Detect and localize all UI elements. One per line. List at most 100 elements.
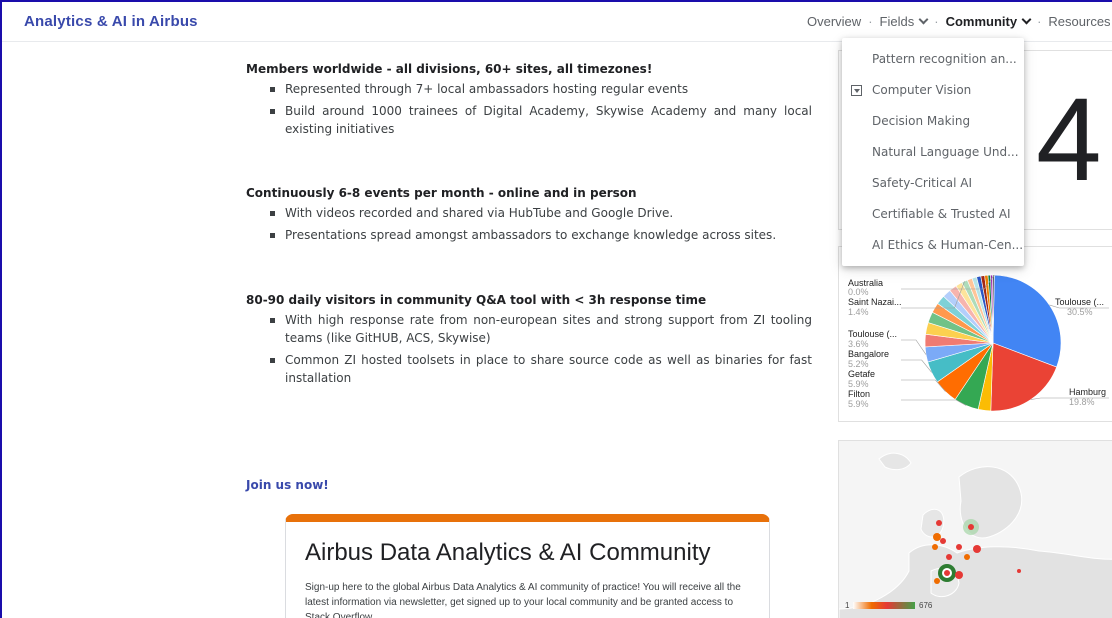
map-marker xyxy=(932,544,938,550)
list-item: Represented through 7+ local ambassadors… xyxy=(268,80,812,98)
map-landmass-iceland xyxy=(878,452,912,471)
nav-resources-label: Resources xyxy=(1048,14,1111,29)
pie-label-toulouse-main: Toulouse (... xyxy=(1055,297,1104,307)
pie-value-saint-nazaire: 1.4% xyxy=(848,307,869,317)
list-item: Common ZI hosted toolsets in place to sh… xyxy=(268,351,812,387)
list-item: With videos recorded and shared via HubT… xyxy=(268,204,776,222)
chevron-down-icon xyxy=(1021,14,1032,25)
map-marker xyxy=(964,554,970,560)
nav-separator: · xyxy=(934,14,939,29)
europe-map xyxy=(839,452,1112,618)
nav-fields-label: Fields xyxy=(879,14,915,29)
section-visitors: 80-90 daily visitors in community Q&A to… xyxy=(246,293,812,391)
site-title[interactable]: Analytics & AI in Airbus xyxy=(24,13,198,30)
section-events: Continuously 6-8 events per month - onli… xyxy=(246,186,776,248)
section-heading: Members worldwide - all divisions, 60+ s… xyxy=(246,62,653,76)
nav-separator: · xyxy=(1037,14,1042,29)
pie-slices xyxy=(924,274,1062,412)
map-legend-min: 1 xyxy=(845,601,850,610)
pie-chart-card: Australia 0.0% Saint Nazai... 1.4% Toulo… xyxy=(838,246,1112,422)
form-description: Sign-up here to the global Airbus Data A… xyxy=(305,582,741,618)
nav-overview[interactable]: Overview xyxy=(807,14,861,29)
pie-value-getafe: 5.9% xyxy=(848,379,869,389)
dropdown-item-certifiable-ai[interactable]: Certifiable & Trusted AI xyxy=(842,199,1024,230)
dropdown-item-decision-making[interactable]: Decision Making xyxy=(842,106,1024,137)
dropdown-item-computer-vision[interactable]: Computer Vision xyxy=(842,75,1024,106)
bullet-list: With high response rate from non-europea… xyxy=(246,311,812,387)
bullet-icon xyxy=(270,109,275,114)
pie-leader-line xyxy=(901,339,927,355)
map-marker xyxy=(968,524,974,530)
map-marker xyxy=(955,571,963,579)
signup-form-card[interactable]: Airbus Data Analytics & AI Community Sig… xyxy=(285,514,770,618)
dropdown-item-label: AI Ethics & Human-Cen... xyxy=(872,238,1024,252)
map-marker xyxy=(933,533,941,541)
pie-value-filton: 5.9% xyxy=(848,399,869,409)
pie-label-hamburg: Hamburg xyxy=(1069,387,1106,397)
nav-community[interactable]: Community xyxy=(945,14,1032,29)
map-marker xyxy=(944,570,950,576)
community-dropdown-menu: Pattern recognition an... Computer Visio… xyxy=(842,38,1024,266)
dropdown-item-natural-language[interactable]: Natural Language Und... xyxy=(842,137,1024,168)
pie-value-toulouse-small: 3.6% xyxy=(848,339,869,349)
join-heading: Join us now! xyxy=(246,478,329,492)
map-marker xyxy=(956,544,962,550)
section-members: Members worldwide - all divisions, 60+ s… xyxy=(246,62,812,142)
pie-chart: Australia 0.0% Saint Nazai... 1.4% Toulo… xyxy=(848,274,1109,412)
list-item: Presentations spread amongst ambassadors… xyxy=(268,226,776,244)
list-item: Build around 1000 trainees of Digital Ac… xyxy=(268,102,812,138)
bullet-list: With videos recorded and shared via HubT… xyxy=(246,204,776,244)
list-item-text: Presentations spread amongst ambassadors… xyxy=(285,228,777,242)
list-item-text: Build around 1000 trainees of Digital Ac… xyxy=(285,104,812,136)
dropdown-item-label: Natural Language Und... xyxy=(872,145,1019,159)
list-item: With high response rate from non-europea… xyxy=(268,311,812,347)
stat-number: 4 xyxy=(1036,74,1102,206)
pie-label-bangalore: Bangalore xyxy=(848,349,889,359)
dropdown-item-ai-ethics[interactable]: AI Ethics & Human-Cen... xyxy=(842,230,1024,261)
expand-toggle-icon[interactable] xyxy=(851,85,862,96)
bullet-icon xyxy=(270,87,275,92)
section-heading: Continuously 6-8 events per month - onli… xyxy=(246,186,637,200)
map-marker xyxy=(946,554,952,560)
nav-community-label: Community xyxy=(945,14,1018,29)
geo-map-card[interactable]: 1 676 xyxy=(838,440,1112,618)
dropdown-item-label: Safety-Critical AI xyxy=(872,176,973,190)
nav-overview-label: Overview xyxy=(807,14,862,29)
pie-value-australia: 0.0% xyxy=(848,287,869,297)
pie-label-getafe: Getafe xyxy=(848,369,875,379)
list-item-text: With videos recorded and shared via HubT… xyxy=(285,206,674,220)
dropdown-item-label: Computer Vision xyxy=(872,83,972,97)
bullet-icon xyxy=(270,211,275,216)
nav-resources[interactable]: Resources xyxy=(1048,14,1112,29)
form-title: Airbus Data Analytics & AI Community xyxy=(305,539,711,566)
dropdown-item-label: Pattern recognition an... xyxy=(872,52,1017,66)
pie-leader-line xyxy=(901,399,967,406)
pie-leader-line xyxy=(901,359,932,373)
pie-value-hamburg: 19.8% xyxy=(1069,397,1095,407)
pie-label-filton: Filton xyxy=(848,389,870,399)
map-legend-gradient xyxy=(853,602,915,609)
nav-fields[interactable]: Fields xyxy=(879,14,929,29)
top-header: Analytics & AI in Airbus Overview · Fields… xyxy=(2,2,1112,42)
dropdown-item-label: Decision Making xyxy=(872,114,971,128)
dropdown-item-label: Certifiable & Trusted AI xyxy=(872,207,1011,221)
list-item-text: Represented through 7+ local ambassadors… xyxy=(285,82,689,96)
map-legend-max: 676 xyxy=(919,601,933,610)
pie-label-toulouse-small: Toulouse (... xyxy=(848,329,897,339)
pie-label-saint-nazaire: Saint Nazai... xyxy=(848,297,902,307)
dropdown-item-pattern-recognition[interactable]: Pattern recognition an... xyxy=(842,44,1024,75)
pie-value-bangalore: 5.2% xyxy=(848,359,869,369)
map-marker xyxy=(934,578,940,584)
section-heading: 80-90 daily visitors in community Q&A to… xyxy=(246,293,707,307)
map-marker xyxy=(940,538,946,544)
map-marker xyxy=(936,520,942,526)
bullet-icon xyxy=(270,358,275,363)
map-marker xyxy=(973,545,981,553)
pie-value-toulouse-main: 30.5% xyxy=(1067,307,1093,317)
bullet-icon xyxy=(270,233,275,238)
list-item-text: With high response rate from non-europea… xyxy=(285,313,812,345)
list-item-text: Common ZI hosted toolsets in place to sh… xyxy=(285,353,812,385)
nav-separator: · xyxy=(868,14,873,29)
dropdown-item-safety-critical-ai[interactable]: Safety-Critical AI xyxy=(842,168,1024,199)
bullet-icon xyxy=(270,318,275,323)
